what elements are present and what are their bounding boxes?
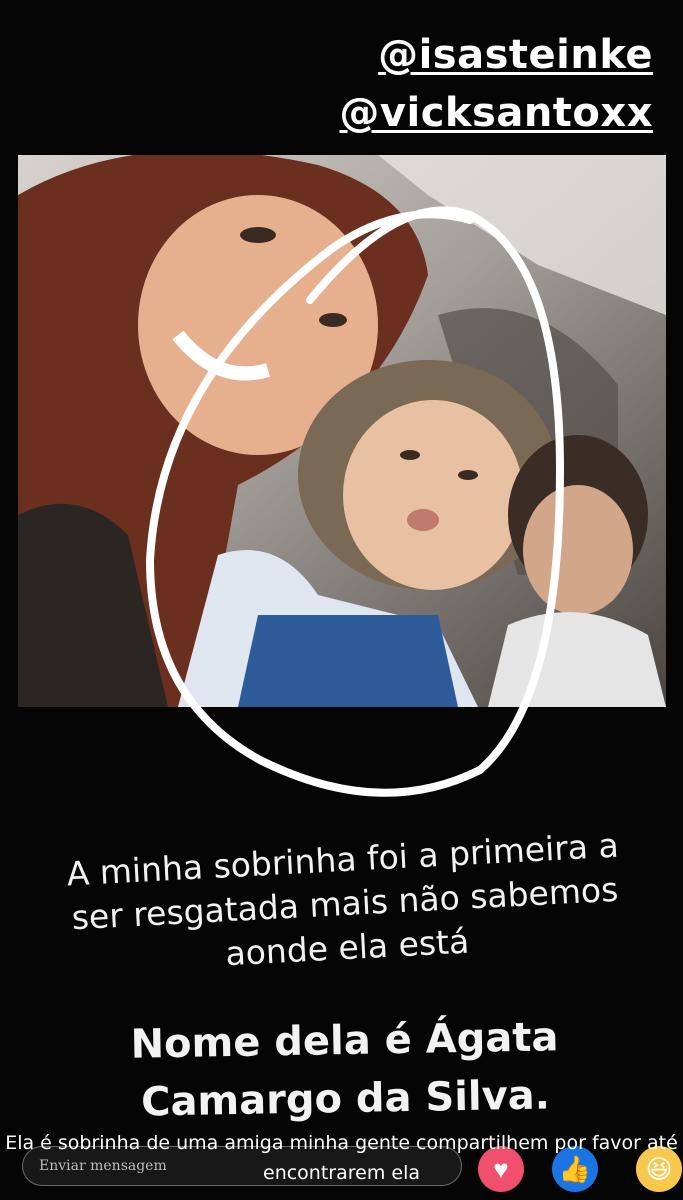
story-frame: @isasteinke @vicksantoxx A minha sobrinh… (0, 0, 683, 1200)
photo-illustration (18, 155, 666, 707)
mention-link-1[interactable]: @isasteinke (339, 26, 653, 84)
mention-link-2[interactable]: @vicksantoxx (339, 84, 653, 142)
caption-primary: A minha sobrinha foi a primeira a ser re… (65, 825, 620, 974)
mentions: @isasteinke @vicksantoxx (339, 26, 653, 142)
story-photo (18, 155, 666, 707)
post-comment-text: Ela é sobrinha de uma amiga minha gente … (5, 1132, 678, 1184)
caption-name: Nome dela é Ágata Camargo da Silva. (130, 1014, 559, 1126)
